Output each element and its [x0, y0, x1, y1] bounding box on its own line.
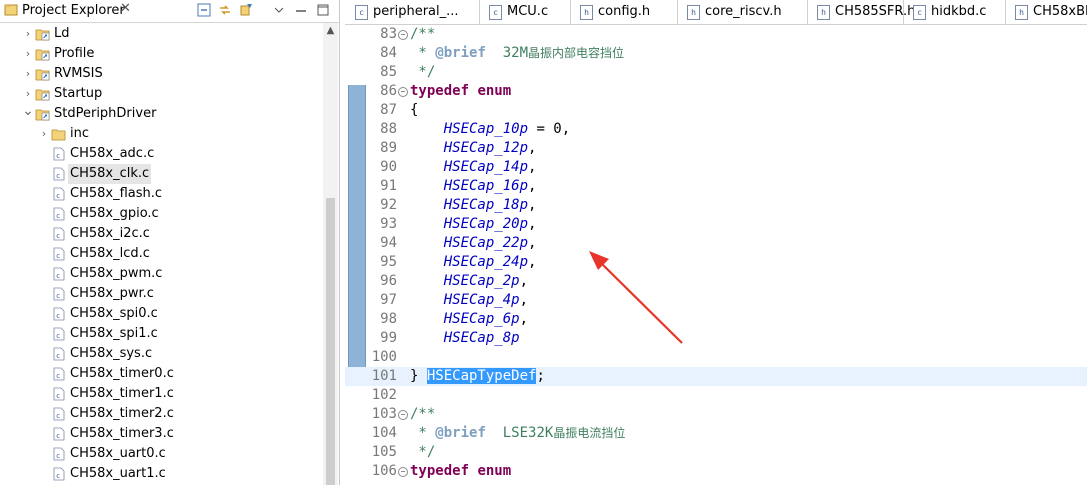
annotation-arrow [589, 251, 683, 344]
arrow-shaft [599, 261, 683, 344]
